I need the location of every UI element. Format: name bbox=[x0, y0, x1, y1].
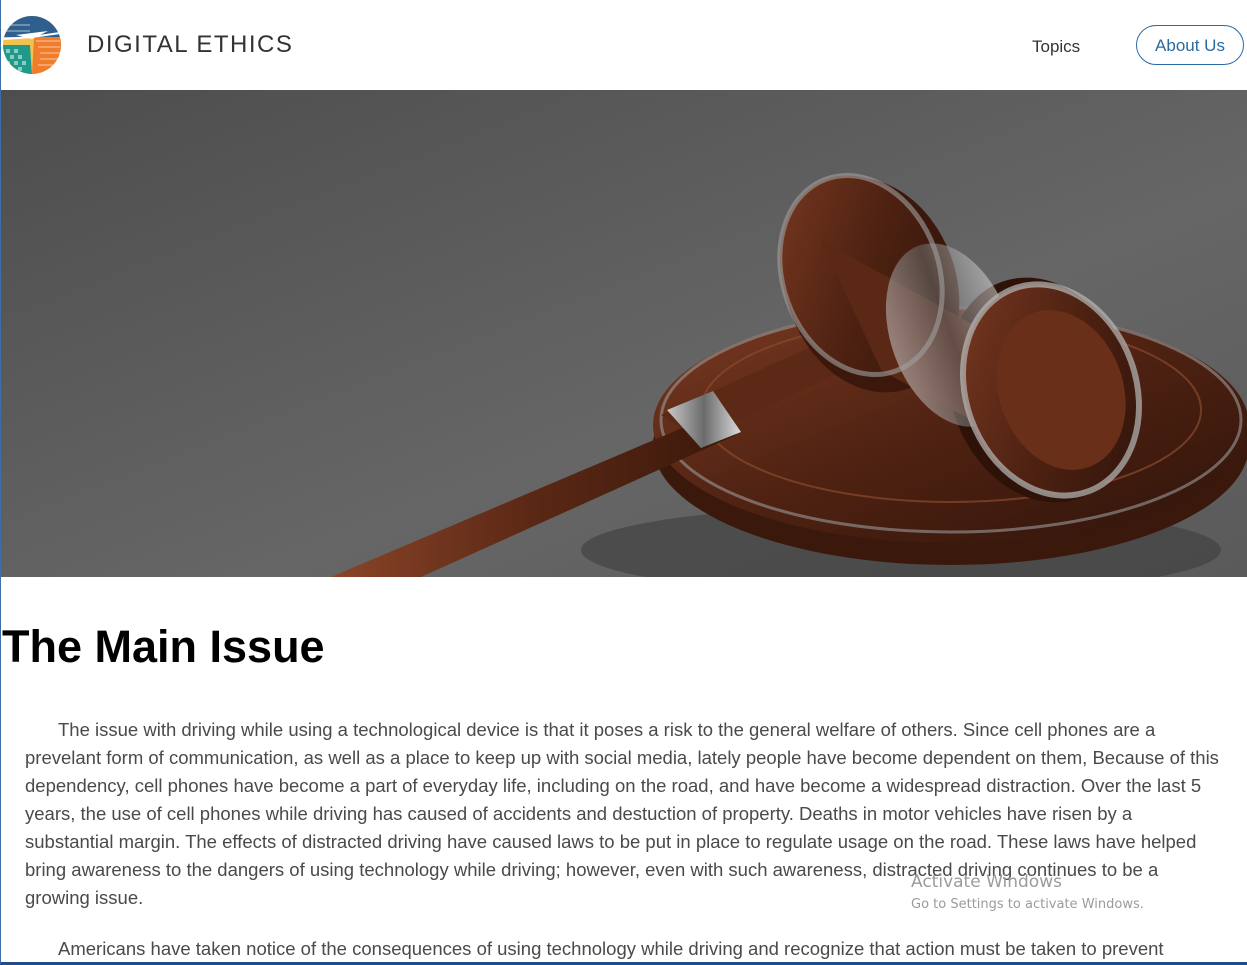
globe-logo-icon[interactable] bbox=[2, 15, 62, 75]
site-title[interactable]: DIGITAL ETHICS bbox=[87, 30, 293, 60]
nav-about-us-button[interactable]: About Us bbox=[1136, 25, 1244, 65]
main-issue-heading: The Main Issue bbox=[2, 621, 325, 672]
activate-windows-watermark: Activate Windows Go to Settings to activ… bbox=[911, 871, 1144, 915]
watermark-subtitle: Go to Settings to activate Windows. bbox=[911, 897, 1144, 912]
watermark-title: Activate Windows bbox=[911, 872, 1062, 892]
site-header: DIGITAL ETHICS Topics About Us bbox=[1, 0, 1247, 90]
page: DIGITAL ETHICS Topics About Us The Main … bbox=[0, 0, 1247, 965]
nav-topics-link[interactable]: Topics bbox=[1032, 36, 1080, 58]
hero-gavel-image bbox=[1, 90, 1247, 577]
body-paragraph: Americans have taken notice of the conse… bbox=[58, 938, 1164, 959]
